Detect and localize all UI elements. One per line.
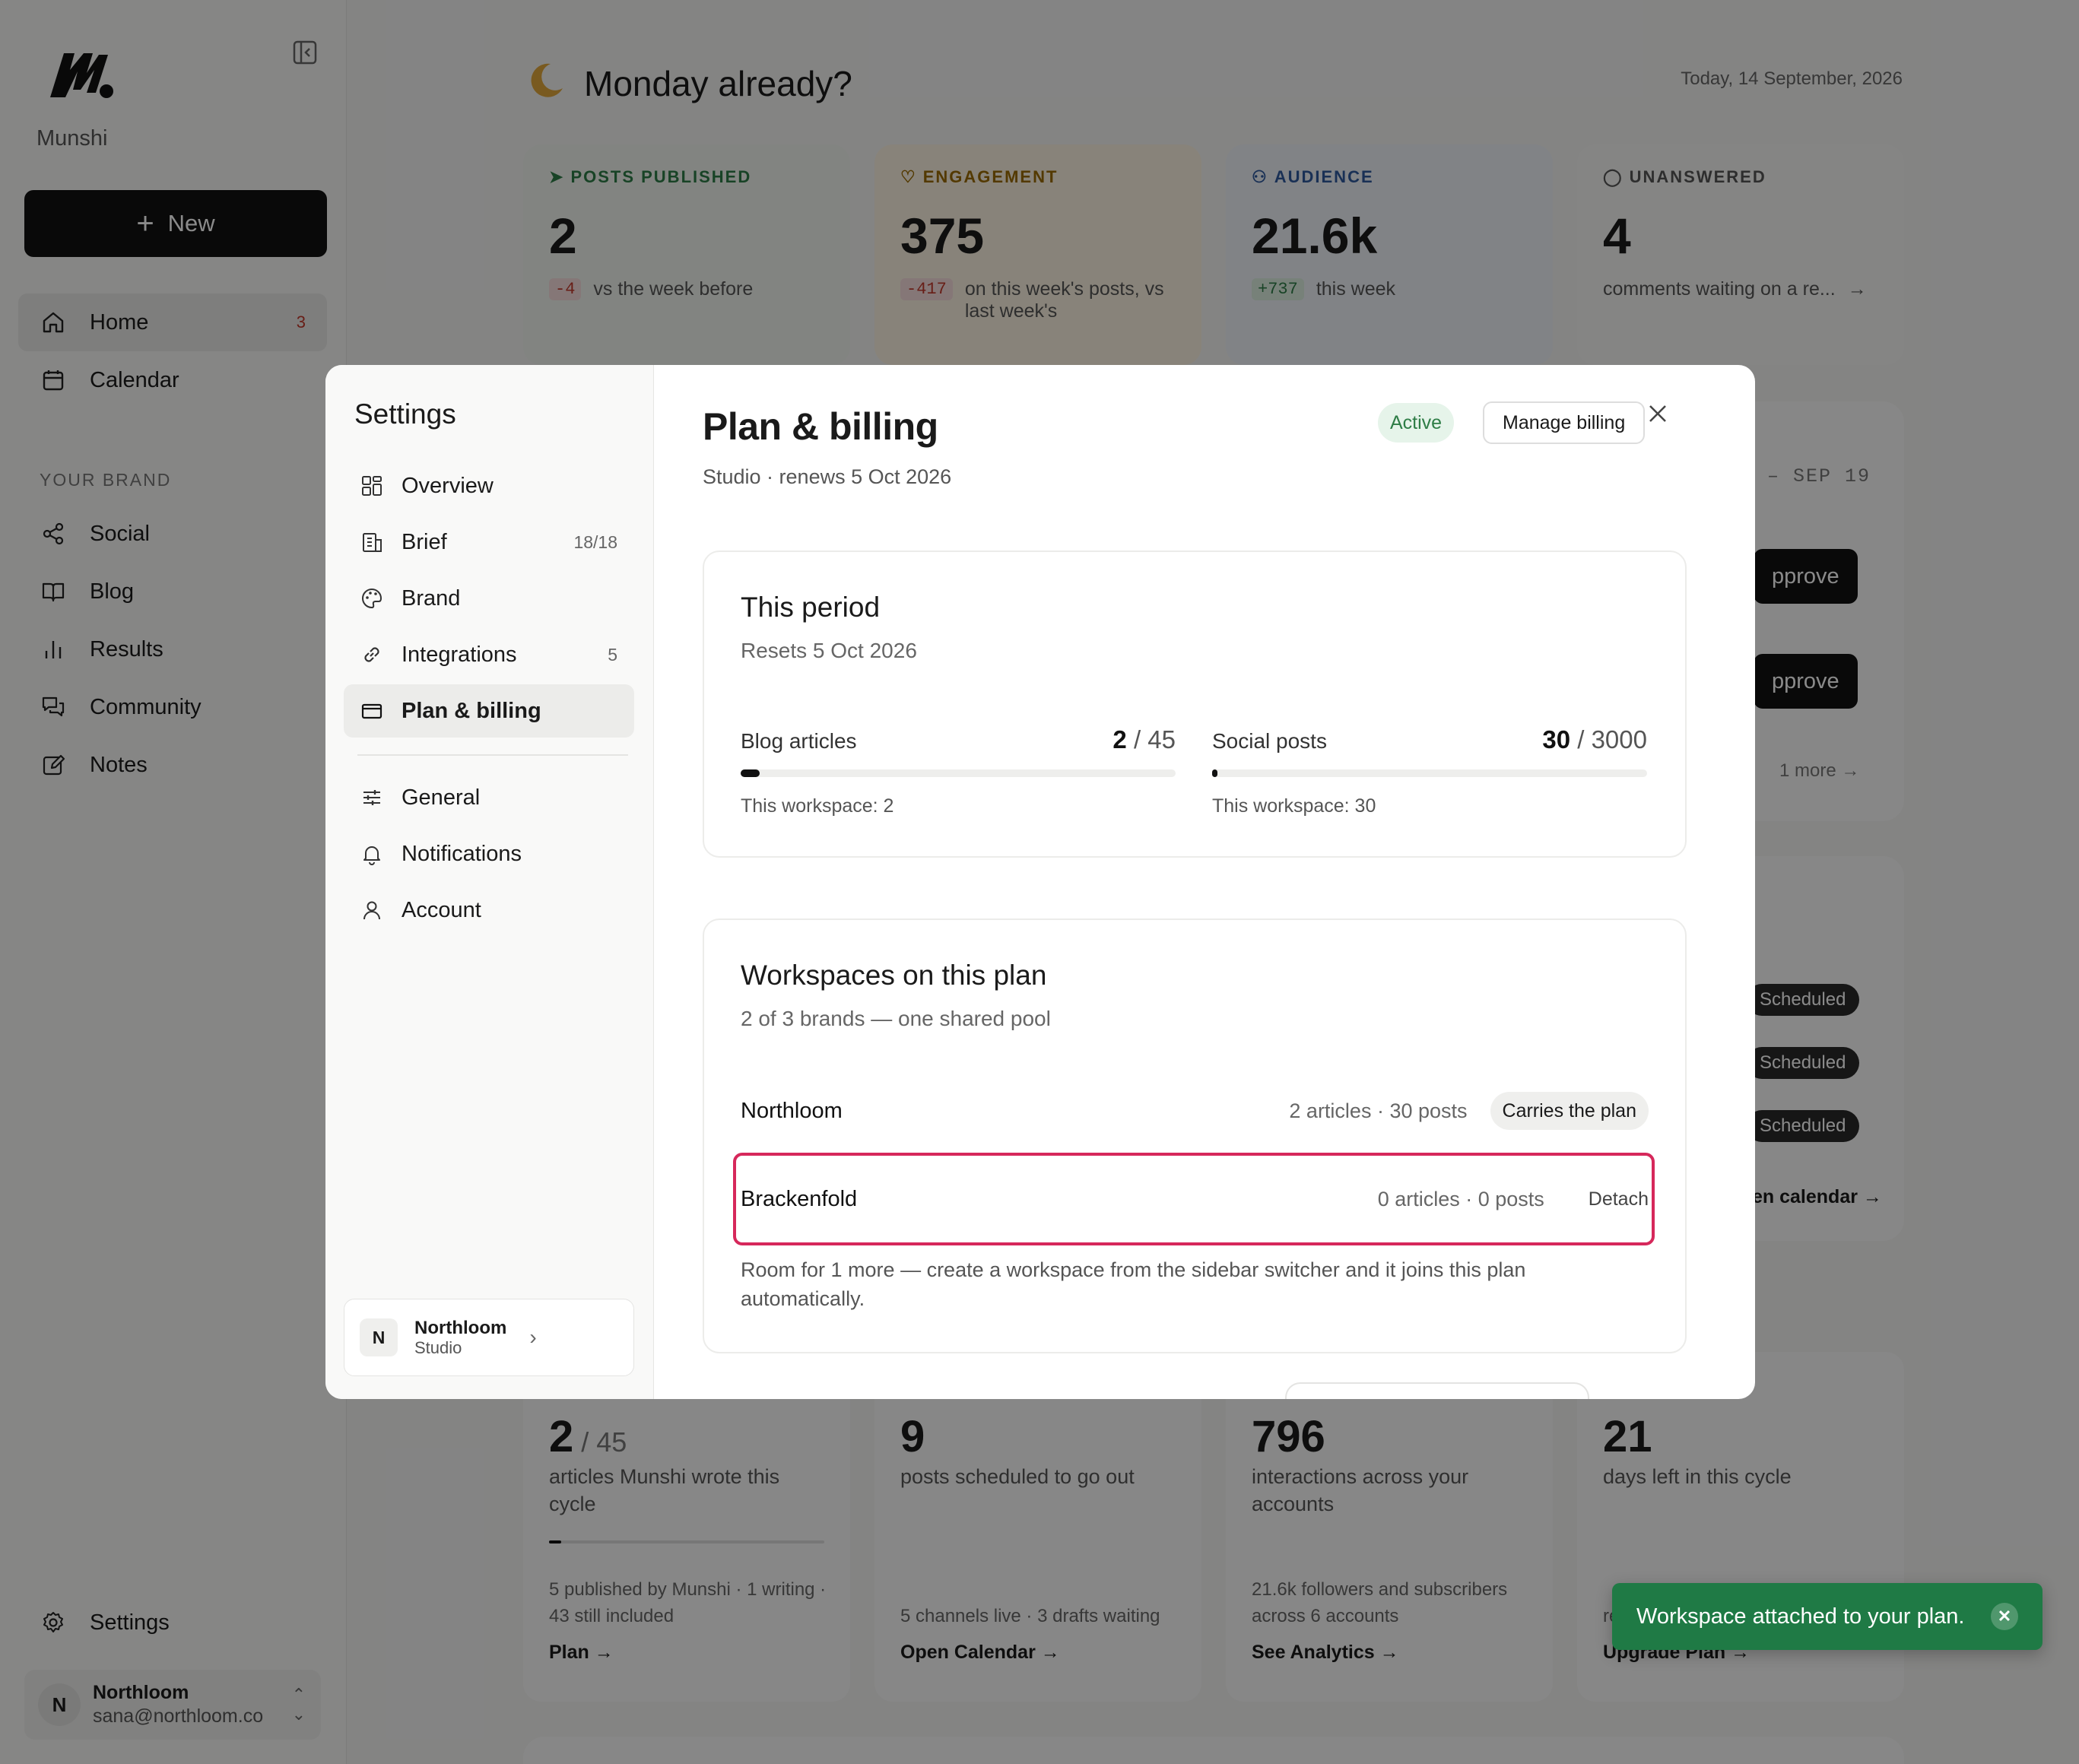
workspace-avatar: N [360,1318,398,1356]
settings-item-label: Brief [402,529,447,554]
palette-icon [359,585,385,611]
meter-label: Social posts [1212,729,1327,753]
credit-card-icon [359,698,385,724]
status-badge: Active [1378,403,1455,443]
settings-item-label: Integrations [402,642,517,667]
next-panel-edge [1285,1382,1589,1399]
settings-sidebar: Settings Overview Brief 18/18 Brand Inte… [325,365,654,1399]
plan-billing-panel: Plan & billing Studio · renews 5 Oct 202… [654,365,1755,1399]
sliders-icon [359,785,385,811]
workspace-row-northloom: Northloom 2 articles · 30 posts Carries … [741,1092,1649,1130]
page-title: Plan & billing [703,405,938,448]
meter-bar [1212,769,1647,777]
settings-item-label: General [402,785,481,810]
meter-bar [741,769,1176,777]
meter-workspace-usage: This workspace: 30 [1212,795,1376,817]
settings-item-label: Account [402,897,481,922]
workspace-switcher[interactable]: N Northloom Studio › [344,1299,634,1376]
workspace-row-name: Northloom [741,1098,843,1123]
workspace-plan: Studio [414,1338,462,1358]
settings-item-brief[interactable]: Brief 18/18 [344,516,634,569]
section-title: This period [741,592,881,623]
settings-modal: Settings Overview Brief 18/18 Brand Inte… [325,365,1755,1399]
meter-label: Blog articles [741,729,857,753]
bell-icon [359,841,385,867]
meter-value: 30 / 3000 [1542,725,1647,754]
settings-item-label: Brand [402,585,461,611]
settings-item-general[interactable]: General [344,771,634,824]
manage-billing-button[interactable]: Manage billing [1483,401,1646,444]
this-period-panel: This period Resets 5 Oct 2026 Blog artic… [703,550,1687,858]
carries-plan-badge: Carries the plan [1490,1092,1649,1130]
detach-button[interactable]: Detach [1589,1188,1649,1210]
brief-progress-count: 18/18 [573,531,617,552]
chevron-right-icon: › [529,1325,537,1349]
user-icon [359,897,385,923]
settings-divider [357,754,628,756]
capacity-note: Room for 1 more — create a workspace fro… [741,1258,1526,1310]
building-icon [359,529,385,555]
section-subtitle: Resets 5 Oct 2026 [741,639,917,662]
settings-item-label: Overview [402,473,494,498]
plan-subtitle: Studio · renews 5 Oct 2026 [703,465,952,488]
close-icon[interactable]: ✕ [1991,1603,2018,1630]
link-icon [359,642,385,668]
section-title: Workspaces on this plan [741,960,1047,991]
workspace-name: Northloom [414,1317,507,1338]
usage-meter-social-posts: Social posts 30 / 3000 This workspace: 3… [1212,725,1647,817]
workspaces-panel: Workspaces on this plan 2 of 3 brands — … [703,918,1687,1353]
meter-value: 2 / 45 [1113,725,1176,754]
settings-item-overview[interactable]: Overview [344,459,634,512]
workspace-row-brackenfold: Brackenfold 0 articles · 0 posts Detach [741,1180,1649,1218]
section-subtitle: 2 of 3 brands — one shared pool [741,1007,1051,1030]
workspace-row-name: Brackenfold [741,1186,858,1211]
grid-icon [359,473,385,499]
settings-item-plan-billing[interactable]: Plan & billing [344,684,634,738]
usage-meter-blog-articles: Blog articles 2 / 45 This workspace: 2 [741,725,1176,817]
toast-message: Workspace attached to your plan. [1636,1604,1965,1629]
workspace-row-usage: 0 articles · 0 posts [1377,1187,1544,1210]
close-icon[interactable] [1639,395,1676,432]
meter-workspace-usage: This workspace: 2 [741,795,894,817]
settings-item-label: Plan & billing [402,698,541,723]
success-toast: Workspace attached to your plan. ✕ [1612,1583,2042,1650]
integrations-count: 5 [608,644,617,665]
workspace-row-usage: 2 articles · 30 posts [1289,1099,1468,1122]
settings-item-integrations[interactable]: Integrations 5 [344,628,634,681]
settings-item-brand[interactable]: Brand [344,572,634,625]
settings-item-account[interactable]: Account [344,884,634,937]
settings-title: Settings [354,398,456,430]
settings-item-label: Notifications [402,841,522,866]
settings-item-notifications[interactable]: Notifications [344,827,634,880]
